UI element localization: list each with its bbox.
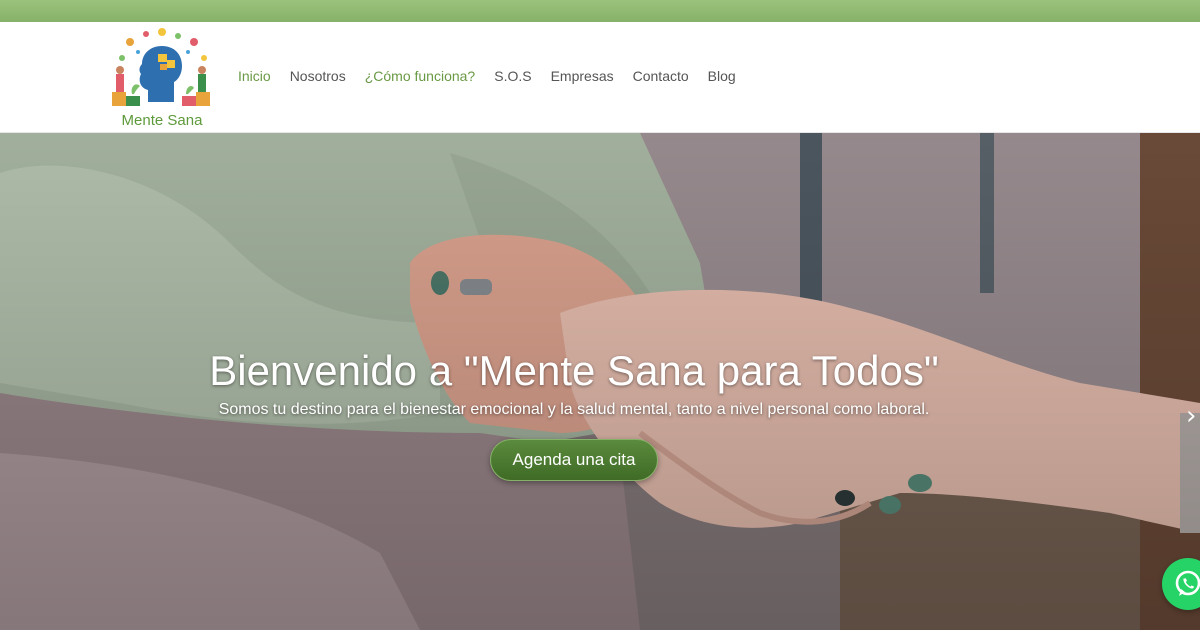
nav-item-como-funciona[interactable]: ¿Cómo funciona?	[365, 68, 476, 84]
site-logo[interactable]: Mente Sana	[110, 28, 216, 130]
nav-item-blog[interactable]: Blog	[708, 68, 736, 84]
hero-title: Bienvenido a "Mente Sana para Todos"	[209, 347, 939, 394]
main-nav: Inicio Nosotros ¿Cómo funciona? S.O.S Em…	[238, 68, 755, 84]
logo-text: Mente Sana	[121, 112, 203, 129]
hero-slider: Bienvenido a "Mente Sana para Todos" Som…	[0, 133, 1200, 630]
hero-subtitle: Somos tu destino para el bienestar emoci…	[218, 401, 930, 418]
slider-next-arrow-icon[interactable]: ›	[1186, 401, 1200, 431]
top-accent-strip	[0, 0, 1200, 22]
logo-head-icon	[112, 28, 210, 106]
nav-item-sos[interactable]: S.O.S	[494, 68, 531, 84]
nav-item-empresas[interactable]: Empresas	[551, 68, 614, 84]
nav-item-contacto[interactable]: Contacto	[633, 68, 689, 84]
whatsapp-icon	[1175, 570, 1200, 596]
site-header: Mente Sana Inicio Nosotros ¿Cómo funcion…	[0, 22, 1200, 133]
nav-item-nosotros[interactable]: Nosotros	[290, 68, 346, 84]
nav-item-inicio[interactable]: Inicio	[238, 68, 271, 84]
book-appointment-button[interactable]: Agenda una cita	[490, 439, 658, 481]
